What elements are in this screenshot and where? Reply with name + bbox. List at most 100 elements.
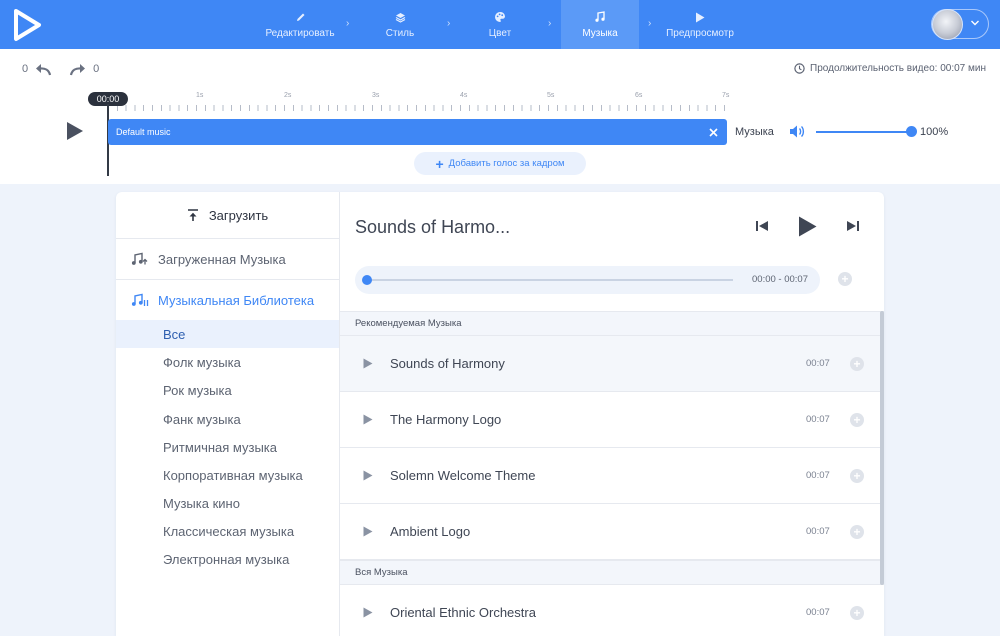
add-track-icon[interactable]: + — [850, 413, 864, 427]
player-progress[interactable]: 00:00 - 00:07 — [355, 266, 820, 294]
upload-label: Загрузить — [208, 207, 269, 223]
uploaded-music-label: Загруженная Музыка — [158, 251, 286, 267]
add-voiceover-label: Добавить голос за кадром — [448, 158, 565, 169]
music-track-label: Default music — [116, 127, 171, 137]
chevron-right-icon: › — [346, 18, 350, 29]
now-playing-title: Sounds of Harmo... — [355, 217, 511, 237]
volume-slider[interactable] — [816, 131, 912, 133]
add-to-project-icon[interactable]: + — [838, 272, 852, 286]
track-row[interactable]: Solemn Welcome Theme 00:07 + — [340, 448, 882, 504]
track-name: Oriental Ethnic Orchestra — [390, 605, 536, 620]
ruler-ticks — [108, 105, 728, 111]
track-row[interactable]: The Harmony Logo 00:07 + — [340, 392, 882, 448]
track-name: The Harmony Logo — [390, 412, 502, 427]
play-icon[interactable] — [363, 607, 373, 618]
video-duration: Продолжительность видео: 00:07 мин — [794, 63, 986, 74]
track-duration: 00:07 — [806, 358, 830, 369]
track-duration: 00:07 — [806, 414, 830, 425]
track-row[interactable]: Oriental Ethnic Orchestra 00:07 + — [340, 585, 882, 636]
volume-slider-handle[interactable] — [906, 126, 917, 137]
layers-icon — [395, 10, 406, 24]
redo-icon[interactable] — [69, 62, 87, 76]
category-funk[interactable]: Фанк музыка — [116, 405, 339, 433]
category-classical[interactable]: Классическая музыка — [116, 517, 339, 545]
timeline-ruler[interactable]: 1s 2s 3s 4s 5s 6s 7s — [108, 92, 730, 116]
category-cinema[interactable]: Музыка кино — [116, 489, 339, 517]
next-track-button[interactable] — [845, 220, 860, 232]
category-rock[interactable]: Рок музыка — [116, 376, 339, 404]
previous-track-button[interactable] — [755, 220, 770, 232]
step-music-label: Музыка — [582, 28, 618, 39]
avatar — [932, 9, 963, 40]
track-row[interactable]: Ambient Logo 00:07 + — [340, 504, 882, 560]
track-duration: 00:07 — [806, 607, 830, 618]
upload-button[interactable]: Загрузить — [116, 192, 339, 239]
track-row[interactable]: Sounds of Harmony 00:07 + — [340, 336, 882, 392]
tick-label: 6s — [635, 92, 643, 99]
tick-label: 3s — [372, 92, 380, 99]
sidebar-item-music-library[interactable]: Музыкальная Библиотека — [116, 280, 339, 320]
sidebar-item-uploaded-music[interactable]: Загруженная Музыка — [116, 239, 339, 280]
play-icon[interactable] — [363, 414, 373, 425]
pencil-icon — [295, 10, 306, 24]
recommended-header: Рекомендуемая Музыка — [340, 311, 884, 336]
video-duration-text: Продолжительность видео: 00:07 мин — [810, 63, 986, 74]
tick-label: 7s — [722, 92, 730, 99]
chevron-right-icon: › — [648, 18, 652, 29]
chevron-right-icon: › — [447, 18, 451, 29]
add-voiceover-button[interactable]: + Добавить голос за кадром — [414, 152, 586, 175]
track-name: Ambient Logo — [390, 524, 471, 539]
category-electronic[interactable]: Электронная музыка — [116, 545, 339, 573]
add-track-icon[interactable]: + — [850, 357, 864, 371]
play-icon — [695, 10, 705, 24]
music-library-icon — [131, 293, 149, 306]
step-style-label: Стиль — [385, 28, 415, 39]
step-edit[interactable]: Редактировать — [252, 0, 348, 49]
undo-icon[interactable] — [34, 62, 52, 76]
close-icon[interactable] — [706, 125, 720, 139]
chevron-right-icon: › — [548, 18, 552, 29]
volume-label: Музыка — [735, 126, 774, 138]
step-preview-label: Предпросмотр — [666, 28, 734, 39]
step-preview[interactable]: Предпросмотр — [660, 0, 740, 49]
music-track[interactable]: Default music — [108, 119, 727, 145]
track-duration: 00:07 — [806, 526, 830, 537]
track-name: Solemn Welcome Theme — [390, 468, 536, 483]
timeline-play-button[interactable] — [66, 121, 84, 141]
add-track-icon[interactable]: + — [850, 606, 864, 620]
palette-icon — [494, 10, 506, 24]
category-all[interactable]: Все — [116, 320, 339, 348]
top-bar: Редактировать › Стиль › Цвет › Музыка › — [0, 0, 1000, 49]
category-folk[interactable]: Фолк музыка — [116, 348, 339, 376]
step-style[interactable]: Стиль — [360, 0, 440, 49]
tick-label: 1s — [196, 92, 204, 99]
player-play-button[interactable] — [797, 215, 818, 238]
uploaded-music-icon — [131, 252, 148, 265]
step-music[interactable]: Музыка — [561, 0, 639, 49]
category-corporate[interactable]: Корпоративная музыка — [116, 461, 339, 489]
redo-count: 0 — [93, 63, 100, 75]
step-color-label: Цвет — [488, 28, 512, 39]
tick-label: 2s — [284, 92, 292, 99]
plus-icon: + — [435, 155, 444, 172]
play-icon[interactable] — [363, 526, 373, 537]
progress-handle[interactable] — [362, 275, 372, 285]
music-note-icon — [594, 10, 606, 24]
play-icon[interactable] — [363, 358, 373, 369]
tick-label: 4s — [460, 92, 468, 99]
volume-icon[interactable] — [789, 124, 806, 139]
track-duration: 00:07 — [806, 470, 830, 481]
list-scrollbar[interactable] — [880, 311, 884, 585]
add-track-icon[interactable]: + — [850, 525, 864, 539]
upload-icon — [187, 208, 198, 221]
volume-percent: 100% — [920, 126, 949, 138]
play-icon[interactable] — [363, 470, 373, 481]
category-rhythmic[interactable]: Ритмичная музыка — [116, 433, 339, 461]
music-sidebar: Загрузить Загруженная Музыка Музыкальная… — [116, 192, 340, 636]
clock-icon — [794, 63, 805, 74]
step-color[interactable]: Цвет — [460, 0, 540, 49]
progress-time: 00:00 - 00:07 — [752, 274, 808, 285]
add-track-icon[interactable]: + — [850, 469, 864, 483]
account-menu[interactable] — [931, 9, 989, 40]
steps-nav: Редактировать › Стиль › Цвет › Музыка › — [0, 0, 1000, 49]
